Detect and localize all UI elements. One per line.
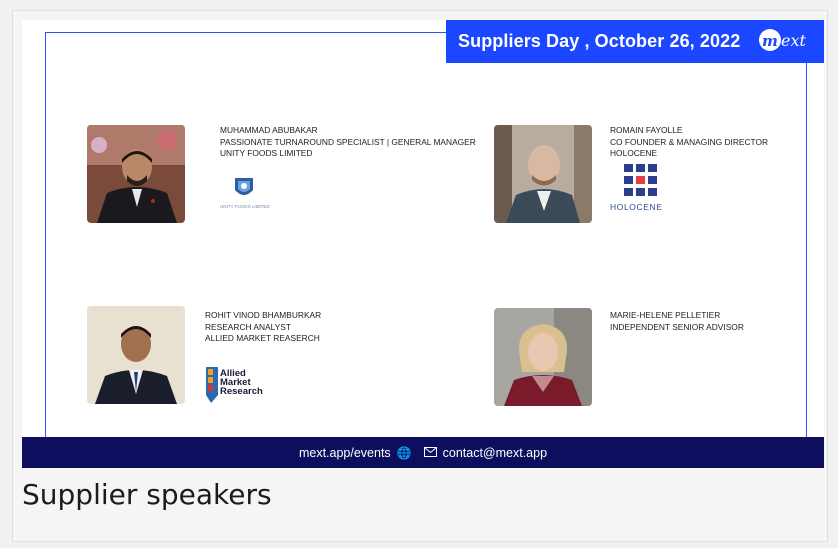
speaker-info: ROHIT VINOD BHAMBURKAR RESEARCH ANALYST … (205, 310, 321, 345)
event-banner: Suppliers Day , October 26, 2022 m ext (446, 20, 824, 63)
speaker-company: HOLOCENE (610, 148, 658, 158)
company-logo-text: HOLOCENE (610, 202, 663, 212)
speaker-name: ROMAIN FAYOLLE (610, 125, 683, 135)
speaker-title: RESEARCH ANALYST (205, 321, 291, 332)
speaker-name: MUHAMMAD ABUBAKAR (220, 125, 318, 135)
speaker-info: MUHAMMAD ABUBAKAR PASSIONATE TURNAROUND … (220, 125, 476, 160)
speaker-title: PASSIONATE TURNAROUND SPECIALIST | GENER… (220, 136, 476, 147)
allied-market-research-logo-icon: Allied Market Research (206, 367, 263, 403)
allied-logo-line-3: Research (220, 386, 263, 397)
unity-foods-logo-icon (235, 178, 253, 195)
speaker-photo (87, 306, 185, 404)
mail-icon (423, 446, 437, 460)
post-caption: Supplier speakers (22, 478, 272, 511)
mext-logo: m ext (758, 27, 812, 57)
speaker-name: MARIE-HELENE PELLETIER (610, 310, 721, 320)
speaker-company: UNITY FOODS LIMITED (220, 148, 313, 158)
speaker-info: MARIE-HELENE PELLETIER INDEPENDENT SENIO… (610, 310, 744, 333)
holocene-logo-icon (624, 164, 657, 196)
company-logo-text: UNITY FOODS LIMITED (220, 204, 270, 209)
speaker-company: ALLIED MARKET REASERCH (205, 333, 320, 343)
speaker-photo (494, 308, 592, 406)
contact-email-link[interactable]: contact@mext.app (443, 446, 547, 460)
banner-title: Suppliers Day , October 26, 2022 (458, 31, 741, 51)
events-link[interactable]: mext.app/events (299, 446, 391, 460)
mext-logo-m: m (762, 32, 778, 50)
mext-logo-text: ext (781, 31, 806, 50)
slide-footer: mext.app/events 🌐 contact@mext.app (22, 437, 824, 468)
speaker-info: ROMAIN FAYOLLE CO FOUNDER & MANAGING DIR… (610, 125, 768, 160)
company-logo: UNITY FOODS LIMITED (220, 176, 270, 209)
speaker-name: ROHIT VINOD BHAMBURKAR (205, 310, 322, 320)
company-logo: HOLOCENE (610, 162, 670, 212)
company-logo: Allied Market Research (206, 365, 276, 405)
globe-icon: 🌐 (396, 445, 412, 460)
speaker-title: CO FOUNDER & MANAGING DIRECTOR (610, 136, 769, 147)
speaker-title: INDEPENDENT SENIOR ADVISOR (610, 321, 744, 332)
event-slide[interactable]: Suppliers Day , October 26, 2022 m ext M… (22, 20, 824, 468)
speaker-photo (87, 125, 185, 223)
speaker-photo (494, 125, 592, 223)
